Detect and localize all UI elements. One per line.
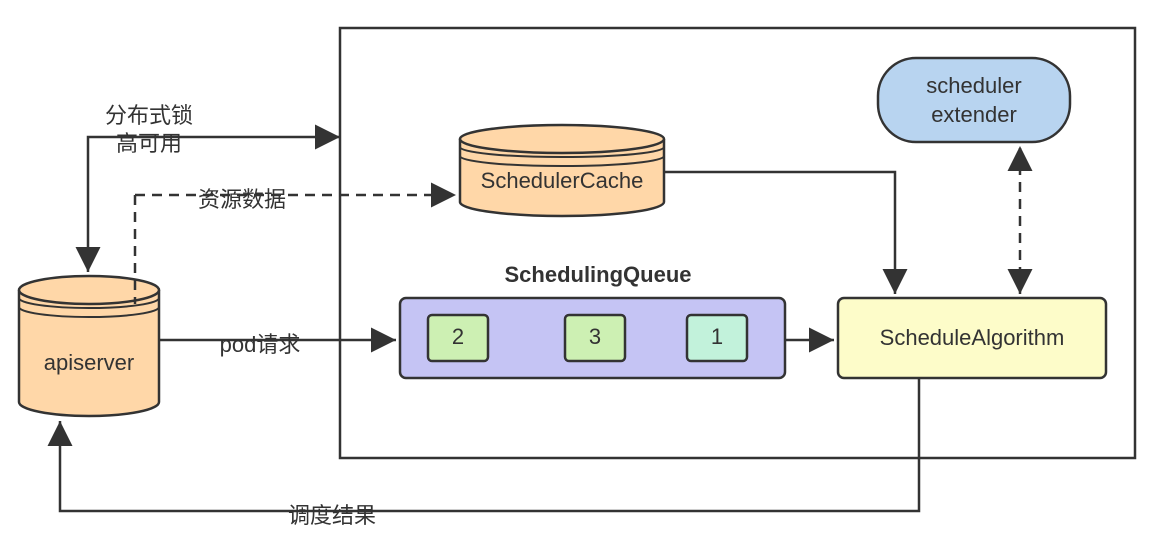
queue-item-2-label: 2 bbox=[428, 324, 488, 350]
schedule-result-label: 调度结果 bbox=[282, 498, 382, 530]
queue-item-3-label: 3 bbox=[565, 324, 625, 350]
scheduler-cache-label: SchedulerCache bbox=[462, 168, 662, 194]
arrow-schedule-result bbox=[60, 379, 919, 511]
queue-item-1-label: 1 bbox=[687, 324, 747, 350]
pod-request-label: pod请求 bbox=[210, 327, 310, 359]
apiserver-cylinder bbox=[19, 276, 159, 416]
arrow-resource-data bbox=[135, 195, 456, 304]
scheduler-extender-label: scheduler extender bbox=[878, 72, 1070, 129]
resource-data-label: 资源数据 bbox=[192, 182, 292, 214]
schedule-algorithm-label: ScheduleAlgorithm bbox=[838, 325, 1106, 351]
apiserver-label: apiserver bbox=[24, 350, 154, 376]
arrow-cache-to-algorithm bbox=[665, 172, 895, 294]
scheduling-queue-label: SchedulingQueue bbox=[498, 262, 698, 288]
high-availability-label: 高可用 bbox=[99, 126, 199, 158]
